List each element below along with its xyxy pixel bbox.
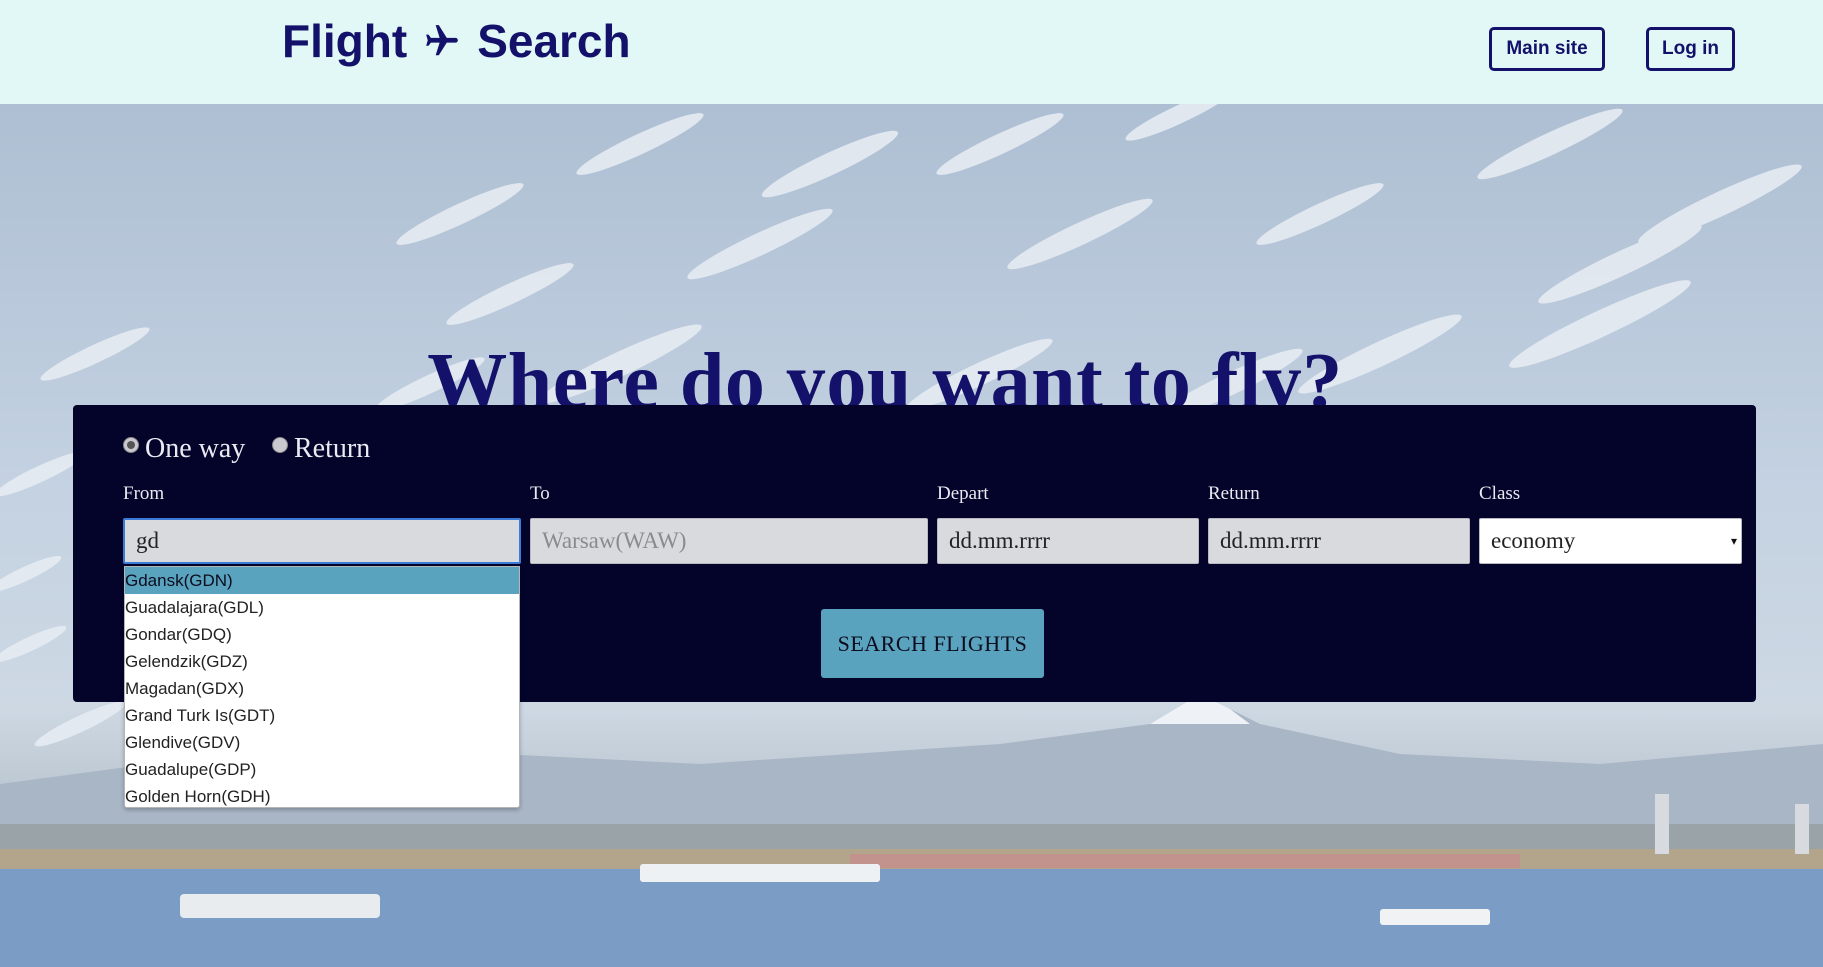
brand-text-flight: Flight: [282, 15, 408, 67]
suggestion-item[interactable]: Magadan(GDX): [125, 675, 519, 702]
trip-type-label-one-way: One way: [145, 433, 246, 464]
dropdown-arrow-icon: ▾: [1730, 533, 1737, 548]
suggestion-item[interactable]: Grand Turk Is(GDT): [125, 702, 519, 729]
suggestion-item[interactable]: Glendive(GDV): [125, 729, 519, 756]
site-logo[interactable]: Flight Search: [282, 14, 631, 68]
login-button[interactable]: Log in: [1646, 27, 1735, 71]
trip-type-one-way[interactable]: One way: [123, 433, 245, 465]
from-input[interactable]: gd: [123, 518, 521, 564]
main-site-button[interactable]: Main site: [1489, 27, 1605, 71]
suggestion-item[interactable]: Golden Horn(GDH): [125, 783, 519, 807]
radio-one-way[interactable]: [123, 437, 139, 453]
suggestion-item[interactable]: Guadalupe(GDP): [125, 756, 519, 783]
brand-text-search: Search: [477, 15, 631, 67]
top-bar: Flight Search Main site Log in: [0, 0, 1823, 104]
from-label: From: [123, 483, 165, 504]
to-label: To: [530, 483, 550, 504]
depart-label: Depart: [937, 483, 989, 504]
suggestion-item[interactable]: Guadalajara(GDL): [125, 594, 519, 621]
search-flights-button[interactable]: SEARCH FLIGHTS: [821, 609, 1044, 678]
suggestion-item[interactable]: Gelendzik(GDZ): [125, 648, 519, 675]
suggestion-item[interactable]: Gdansk(GDN): [125, 567, 519, 594]
airplane-icon: [423, 22, 461, 60]
trip-type-label-return: Return: [294, 433, 371, 464]
return-label: Return: [1208, 483, 1260, 504]
return-date-input[interactable]: dd.mm.rrrr: [1208, 518, 1470, 564]
radio-return[interactable]: [272, 437, 288, 453]
class-select-value: economy: [1491, 528, 1576, 553]
trip-type-return[interactable]: Return: [272, 433, 370, 465]
class-label: Class: [1479, 483, 1521, 504]
from-autocomplete-list: Gdansk(GDN) Guadalajara(GDL) Gondar(GDQ)…: [124, 566, 520, 808]
class-select[interactable]: economy ▾: [1479, 518, 1742, 564]
suggestion-item[interactable]: Gondar(GDQ): [125, 621, 519, 648]
depart-date-input[interactable]: dd.mm.rrrr: [937, 518, 1199, 564]
to-input[interactable]: Warsaw(WAW): [530, 518, 928, 564]
